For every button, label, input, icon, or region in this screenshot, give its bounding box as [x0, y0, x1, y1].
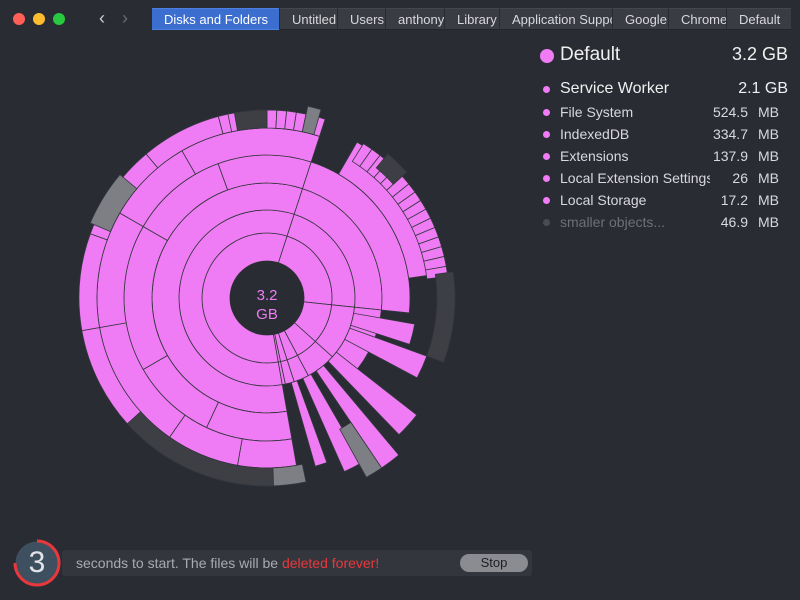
item-unit: MB: [758, 104, 779, 120]
countdown-indicator: 3: [12, 538, 62, 588]
item-color-dot: [543, 153, 550, 160]
sunburst-hidden-segment[interactable]: [426, 271, 456, 363]
list-item-smaller-objects[interactable]: smaller objects... 46.9 MB: [540, 211, 790, 233]
item-name: Local Extension Settings: [560, 170, 710, 186]
item-color-dot: [543, 197, 550, 204]
status-message-text: seconds to start. The files will be: [76, 555, 282, 571]
breadcrumb-item-user[interactable]: anthony: [386, 8, 444, 30]
breadcrumb-item-library[interactable]: Library: [445, 8, 499, 30]
item-size: 46.9: [720, 214, 748, 230]
chevron-left-icon[interactable]: ‹: [99, 8, 105, 28]
item-name: Extensions: [560, 148, 629, 164]
selected-folder-header: Default 3.2 GB: [540, 44, 790, 68]
item-size: 2.1 GB: [738, 80, 788, 97]
breadcrumb-item-google[interactable]: Google: [613, 8, 668, 30]
countdown-value: 3: [28, 546, 46, 579]
item-size: 26: [732, 170, 748, 186]
zoom-window-button[interactable]: [53, 13, 65, 25]
item-unit: MB: [758, 148, 779, 164]
item-name: IndexedDB: [560, 126, 630, 142]
item-name: Local Storage: [560, 192, 647, 208]
breadcrumb-item-users[interactable]: Users: [338, 8, 385, 30]
item-size: 137.9: [712, 148, 748, 164]
item-color-dot: [543, 131, 550, 138]
folder-color-dot: [540, 49, 554, 63]
sunburst-small-objects-segment[interactable]: [272, 463, 307, 487]
item-color-dot: [543, 109, 550, 116]
item-color-dot: [543, 86, 550, 93]
selected-folder-size: 3.2 GB: [731, 44, 788, 64]
breadcrumb-item-default[interactable]: Default: [727, 8, 791, 30]
list-item[interactable]: Service Worker 2.1 GB: [540, 78, 790, 101]
list-item[interactable]: Local Storage 17.2 MB: [540, 189, 790, 211]
item-size: 524.5: [712, 104, 748, 120]
breadcrumb-item-application-support[interactable]: Application Support: [500, 8, 612, 30]
list-item[interactable]: Local Extension Settings 26 MB: [540, 167, 790, 189]
stop-button[interactable]: Stop: [460, 554, 528, 572]
close-window-button[interactable]: [13, 13, 25, 25]
sunburst-segment[interactable]: [237, 438, 297, 469]
item-unit: MB: [758, 126, 779, 142]
item-unit: MB: [758, 170, 779, 186]
list-item[interactable]: IndexedDB 334.7 MB: [540, 123, 790, 145]
status-message: seconds to start. The files will be dele…: [76, 555, 379, 571]
breadcrumb-item-disks-and-folders[interactable]: Disks and Folders: [152, 8, 279, 30]
item-unit: MB: [758, 214, 779, 230]
center-size-unit: GB: [256, 306, 278, 323]
selected-folder-name: Default: [560, 44, 621, 65]
breadcrumb-item-untitled[interactable]: Untitled: [280, 8, 337, 30]
sunburst-segment[interactable]: [266, 109, 278, 129]
sunburst-chart[interactable]: 3.2 GB: [0, 38, 530, 538]
minimize-window-button[interactable]: [33, 13, 45, 25]
breadcrumb-item-chrome[interactable]: Chrome: [669, 8, 726, 30]
center-size-value: 3.2: [257, 287, 278, 304]
list-item[interactable]: File System 524.5 MB: [540, 101, 790, 123]
item-size: 17.2: [720, 192, 748, 208]
item-size: 334.7: [712, 126, 748, 142]
item-color-dot: [543, 219, 550, 226]
list-item[interactable]: Extensions 137.9 MB: [540, 145, 790, 167]
sunburst-hidden-segment[interactable]: [233, 109, 268, 132]
folder-contents-list: Service Worker 2.1 GB File System 524.5 …: [540, 78, 790, 233]
item-unit: MB: [758, 192, 779, 208]
status-warning-text: deleted forever!: [281, 555, 380, 571]
item-name: File System: [560, 104, 634, 120]
item-name: Service Worker: [560, 80, 670, 97]
item-name: smaller objects...: [560, 214, 666, 230]
breadcrumb: Disks and Folders Untitled Users anthony…: [152, 8, 792, 30]
chevron-right-icon[interactable]: ›: [122, 8, 128, 28]
title-bar: ‹ › Disks and Folders Untitled Users ant…: [0, 0, 800, 38]
item-color-dot: [543, 175, 550, 182]
